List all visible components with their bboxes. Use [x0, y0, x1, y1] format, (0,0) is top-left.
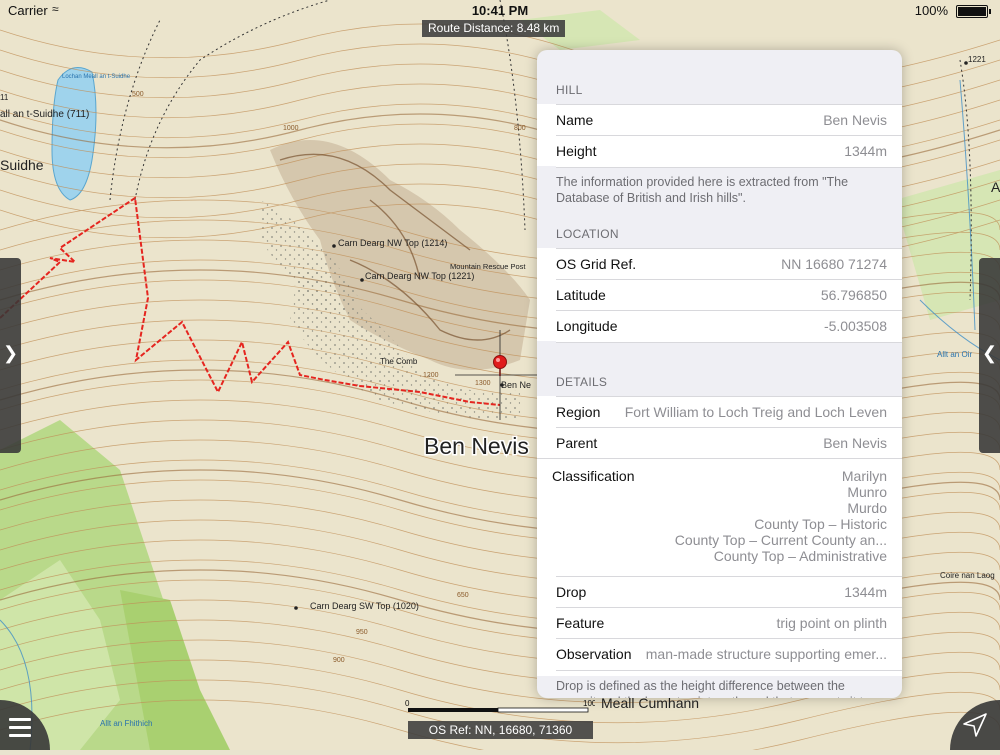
row-latitude[interactable]: Latitude 56.796850 — [556, 279, 902, 311]
drop-footnote: Drop is defined as the height difference… — [556, 679, 881, 698]
classification-item: Munro — [847, 484, 887, 500]
row-longitude[interactable]: Longitude -5.003508 — [556, 310, 902, 343]
status-bar: Carrier ≈ 10:41 PM 100% — [0, 0, 1000, 20]
name-value: Ben Nevis — [823, 112, 887, 128]
classification-item: County Top – Current County an... — [674, 532, 887, 548]
svg-text:950: 950 — [356, 629, 368, 636]
svg-text:1300: 1300 — [475, 380, 491, 387]
battery-percent: 100% — [914, 3, 948, 18]
svg-text:1200: 1200 — [423, 372, 439, 379]
right-drawer-handle[interactable]: ❮ — [979, 258, 1000, 453]
os-ref-badge: OS Ref: NN, 16680, 71360 — [408, 721, 593, 739]
height-value: 1344m — [844, 143, 887, 159]
svg-text:all an t-Suidhe (711): all an t-Suidhe (711) — [0, 109, 89, 120]
hill-source-note: The information provided here is extract… — [556, 175, 849, 205]
section-hill-header: HILL — [556, 83, 583, 97]
svg-text:Allt an Oir: Allt an Oir — [937, 350, 972, 359]
svg-text:Carn Dearg SW Top (1020): Carn Dearg SW Top (1020) — [310, 601, 419, 611]
route-distance-badge: Route Distance: 8.48 km — [422, 20, 566, 37]
latitude-value: 56.796850 — [820, 287, 887, 303]
row-observation[interactable]: Observation man-made structure supportin… — [556, 638, 902, 671]
classification-item: County Top – Historic — [754, 516, 887, 532]
row-region[interactable]: Region Fort William to Loch Treig and Lo… — [556, 396, 902, 428]
map-label-ben-nevis: Ben Nevis — [424, 433, 529, 459]
location-group: OS Grid Ref. NN 16680 71274 Latitude 56.… — [537, 248, 902, 343]
drop-value: 1344m — [844, 584, 887, 600]
svg-text:900: 900 — [333, 657, 345, 664]
svg-text:1000: 1000 — [283, 125, 299, 132]
row-name[interactable]: Name Ben Nevis — [556, 104, 902, 136]
svg-text:The Comb: The Comb — [380, 357, 418, 366]
row-classification[interactable]: Classification Marilyn Munro Murdo Count… — [537, 458, 902, 577]
status-time: 10:41 PM — [471, 3, 529, 18]
svg-text:800: 800 — [514, 125, 526, 132]
classification-item: Marilyn — [841, 468, 887, 484]
row-height[interactable]: Height 1344m — [556, 135, 902, 168]
observation-value: man-made structure supporting emer... — [645, 646, 887, 662]
svg-text:A: A — [991, 179, 1000, 195]
row-feature[interactable]: Feature trig point on plinth — [556, 607, 902, 639]
hill-group: Name Ben Nevis Height 1344m — [537, 104, 902, 168]
feature-value: trig point on plinth — [776, 615, 887, 631]
region-value: Fort William to Loch Treig and Loch Leve… — [624, 404, 887, 420]
svg-text:500: 500 — [132, 91, 144, 98]
section-location-header: LOCATION — [556, 227, 619, 241]
battery-icon — [956, 5, 991, 18]
location-arrow-icon — [963, 713, 987, 737]
details-group: Region Fort William to Loch Treig and Lo… — [537, 396, 902, 676]
row-os-grid-ref[interactable]: OS Grid Ref. NN 16680 71274 — [556, 248, 902, 280]
os-grid-value: NN 16680 71274 — [781, 256, 887, 272]
svg-text:1221: 1221 — [968, 55, 986, 64]
svg-text:Carn Dearg NW Top (1221): Carn Dearg NW Top (1221) — [365, 271, 474, 281]
svg-text:Allt an Fhithich: Allt an Fhithich — [100, 719, 152, 728]
menu-icon — [9, 718, 31, 742]
classification-item: Murdo — [847, 500, 887, 516]
classification-list: Marilyn Munro Murdo County Top – Histori… — [675, 468, 887, 564]
svg-text:11: 11 — [0, 93, 9, 102]
hill-info-panel[interactable]: HILL Name Ben Nevis Height 1344m The inf… — [537, 50, 902, 698]
row-parent[interactable]: Parent Ben Nevis — [556, 427, 902, 459]
svg-text:Coire nan Laog: Coire nan Laog — [940, 571, 995, 580]
location-button[interactable] — [950, 700, 1000, 750]
left-drawer-handle[interactable]: ❯ — [0, 258, 21, 453]
section-details-header: DETAILS — [556, 375, 608, 389]
longitude-value: -5.003508 — [823, 318, 887, 334]
scale-bar: 0 1000m — [405, 700, 595, 713]
parent-value: Ben Nevis — [823, 435, 887, 451]
svg-text:Lochan Meall an t-Suidhe: Lochan Meall an t-Suidhe — [62, 74, 131, 80]
svg-text:Carn Dearg NW Top (1214): Carn Dearg NW Top (1214) — [338, 238, 447, 248]
svg-text:Mountain Rescue Post: Mountain Rescue Post — [450, 262, 526, 271]
svg-text:Suidhe: Suidhe — [0, 157, 44, 173]
chevron-left-icon: ❮ — [982, 343, 998, 363]
scale-distance-label: 1000m — [583, 700, 595, 708]
svg-text:650: 650 — [457, 592, 469, 599]
scale-zero-label: 0 — [405, 700, 410, 708]
svg-text:Ben Ne: Ben Ne — [501, 380, 531, 390]
row-drop[interactable]: Drop 1344m — [556, 576, 902, 608]
classification-item: County Top – Administrative — [713, 548, 887, 564]
chevron-right-icon: ❯ — [3, 343, 19, 363]
